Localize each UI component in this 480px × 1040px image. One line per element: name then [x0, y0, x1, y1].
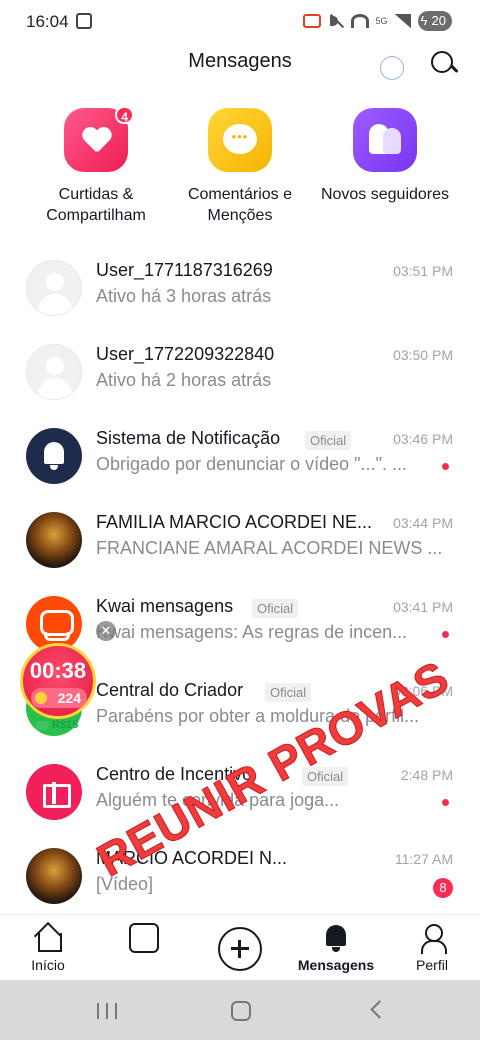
plus-icon: [218, 927, 262, 971]
conversation-row[interactable]: User_1772209322840 03:50 PM Ativo há 2 h…: [0, 332, 480, 416]
conversation-name: User_1771187316269: [96, 260, 273, 280]
likes-shares-category[interactable]: 4 Curtidas & Compartilham: [26, 106, 166, 226]
category-label: Novos seguidores: [320, 186, 450, 203]
recent-apps-icon[interactable]: [97, 1003, 117, 1019]
system-nav-bar: [0, 980, 480, 1040]
reward-timer: 00:38: [29, 658, 87, 683]
nav-create[interactable]: [200, 927, 280, 971]
reward-timer-widget[interactable]: 00:38 224: [20, 643, 96, 719]
conversation-row[interactable]: User_1771187316269 03:51 PM Ativo há 3 h…: [0, 248, 480, 332]
nav-messages-label: Mensagens: [297, 957, 375, 973]
official-badge: Oficial: [252, 599, 299, 618]
conversation-name: Sistema de Notificação: [96, 428, 281, 448]
network-type: 5G: [375, 16, 388, 26]
avatar: [26, 344, 82, 400]
nav-profile[interactable]: Perfil: [392, 923, 472, 973]
gift-icon: [26, 764, 82, 820]
avatar: [26, 260, 82, 316]
unread-count-badge: 8: [433, 878, 453, 898]
conversation-preview: Ativo há 3 horas atrás: [96, 286, 272, 306]
conversation-preview: Kwai mensagens: As regras de incen...: [96, 622, 408, 642]
home-icon: [33, 923, 63, 953]
heart-icon: 4: [64, 106, 134, 172]
messages-header: Mensagens: [0, 44, 480, 84]
conversation-time: 03:44 PM: [393, 515, 453, 531]
search-icon[interactable]: [430, 50, 458, 78]
conversation-time: 03:46 PM: [393, 431, 453, 447]
unread-dot: [442, 799, 449, 806]
page-title: Mensagens: [188, 50, 292, 72]
conversation-time: 11:27 AM: [394, 851, 453, 867]
official-badge: Oficial: [305, 431, 352, 450]
cash-icon: [36, 721, 48, 730]
screenshot-icon: [76, 13, 92, 29]
close-icon[interactable]: ✕: [96, 621, 116, 641]
likes-badge: 4: [115, 106, 134, 124]
status-time: 16:04: [26, 12, 69, 31]
conversation-name: User_1772209322840: [96, 344, 275, 364]
comments-mentions-category[interactable]: Comentários e Menções: [170, 108, 310, 226]
battery-level: 20: [417, 11, 452, 31]
nav-messages[interactable]: Mensagens: [296, 923, 376, 973]
conversation-preview: Ativo há 2 horas atrás: [96, 370, 272, 390]
loading-spinner-icon: [380, 56, 404, 80]
conversation-name: FAMILIA MARCIO ACORDEI NE...: [96, 512, 373, 532]
conversation-row[interactable]: FAMILIA MARCIO ACORDEI NE... 03:44 PM FR…: [0, 500, 480, 584]
conversation-time: 2:48 PM: [400, 767, 453, 783]
notification-bell-avatar-icon: [26, 428, 82, 484]
profile-icon: [417, 923, 447, 954]
discover-icon: [129, 923, 159, 953]
reward-amount: R$15: [52, 719, 79, 731]
conversation-name: Kwai mensagens: [96, 596, 234, 616]
conversation-time: 03:51 PM: [393, 263, 453, 279]
avatar: [26, 848, 82, 904]
new-followers-category[interactable]: Novos seguidores: [315, 108, 455, 205]
conversation-row[interactable]: Sistema de Notificação Oficial 03:46 PM …: [0, 416, 480, 500]
cast-icon: [302, 14, 321, 28]
comment-bubble-icon: [208, 108, 272, 172]
status-bar: 16:04 5G 20: [0, 0, 480, 44]
nav-home-label: Início: [31, 957, 65, 973]
unread-dot: [442, 631, 449, 638]
conversation-preview: FRANCIANE AMARAL ACORDEI NEWS ...: [96, 538, 443, 558]
bell-icon: [321, 923, 351, 953]
official-badge: Oficial: [265, 683, 312, 702]
wifi-icon: [350, 14, 369, 28]
nav-discover[interactable]: [104, 923, 184, 953]
signal-icon: [394, 14, 411, 28]
category-label: Curtidas & Compartilham: [46, 186, 146, 224]
mute-icon: [328, 13, 344, 29]
status-icons: 5G 20: [302, 11, 452, 31]
bottom-nav: Início Mensagens Perfil: [0, 914, 480, 980]
nav-home[interactable]: Início: [8, 923, 88, 973]
category-label: Comentários e Menções: [187, 186, 293, 224]
unread-dot: [442, 463, 449, 470]
nav-profile-label: Perfil: [416, 957, 448, 973]
conversation-preview: Obrigado por denunciar o vídeo "...". ..…: [96, 454, 407, 474]
conversation-time: 03:41 PM: [393, 599, 453, 615]
conversation-row[interactable]: MARCIO ACORDEI N... 11:27 AM [Vídeo] 8: [0, 836, 480, 920]
home-button-icon[interactable]: [231, 1001, 251, 1021]
conversation-time: 03:50 PM: [393, 347, 453, 363]
back-icon[interactable]: [370, 1000, 389, 1019]
conversation-name: Central do Criador: [96, 680, 244, 700]
avatar: [26, 512, 82, 568]
followers-icon: [353, 108, 417, 172]
coin-icon: [35, 692, 47, 704]
